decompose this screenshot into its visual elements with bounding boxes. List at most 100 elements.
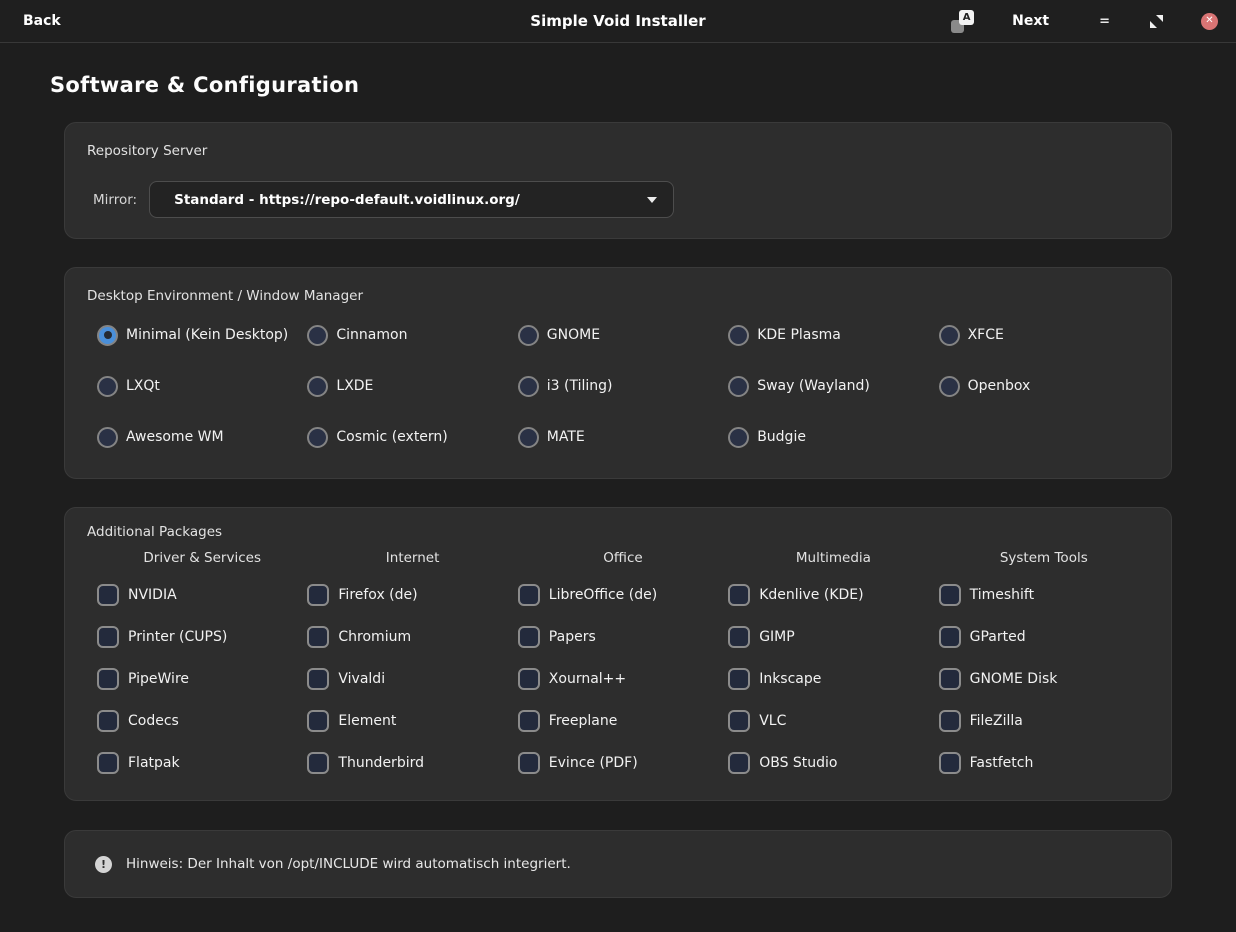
repository-server-card: Repository Server Mirror: Standard - htt… (64, 122, 1172, 239)
checkbox-icon[interactable] (518, 710, 540, 732)
radio-option-budgie[interactable]: Budgie (728, 420, 938, 454)
radio-icon[interactable] (939, 376, 960, 397)
checkbox-icon[interactable] (939, 626, 961, 648)
checkbox-icon[interactable] (939, 668, 961, 690)
language-translate-icon[interactable]: A (951, 10, 974, 33)
radio-icon[interactable] (728, 376, 749, 397)
checkbox-icon[interactable] (518, 668, 540, 690)
checkbox-option-freeplane[interactable]: Freeplane (518, 700, 728, 742)
radio-option-i3[interactable]: i3 (Tiling) (518, 369, 728, 403)
checkbox-option-gparted[interactable]: GParted (939, 616, 1149, 658)
radio-label: LXDE (336, 378, 373, 394)
radio-option-lxqt[interactable]: LXQt (97, 369, 307, 403)
next-button[interactable]: Next (1012, 13, 1049, 29)
checkbox-option-gnome-disk[interactable]: GNOME Disk (939, 658, 1149, 700)
column-header: Internet (307, 550, 517, 566)
checkbox-icon[interactable] (728, 668, 750, 690)
radio-icon[interactable] (97, 427, 118, 448)
checkbox-icon[interactable] (97, 710, 119, 732)
minimize-icon[interactable]: = (1099, 15, 1110, 28)
radio-icon[interactable] (307, 376, 328, 397)
radio-option-openbox[interactable]: Openbox (939, 369, 1149, 403)
radio-option-awesome-wm[interactable]: Awesome WM (97, 420, 307, 454)
checkbox-option-xournal[interactable]: Xournal++ (518, 658, 728, 700)
checkbox-option-vivaldi[interactable]: Vivaldi (307, 658, 517, 700)
close-icon[interactable]: ✕ (1201, 13, 1218, 30)
checkbox-icon[interactable] (307, 752, 329, 774)
checkbox-option-element[interactable]: Element (307, 700, 517, 742)
checkbox-label: PipeWire (128, 671, 189, 687)
radio-option-gnome[interactable]: GNOME (518, 318, 728, 352)
radio-icon[interactable] (307, 427, 328, 448)
checkbox-option-firefox[interactable]: Firefox (de) (307, 574, 517, 616)
checkbox-icon[interactable] (518, 584, 540, 606)
checkbox-option-obs-studio[interactable]: OBS Studio (728, 742, 938, 784)
mirror-select[interactable]: Standard - https://repo-default.voidlinu… (149, 181, 674, 218)
radio-icon[interactable] (518, 427, 539, 448)
desktop-section-title: Desktop Environment / Window Manager (87, 288, 1149, 304)
radio-label: GNOME (547, 327, 600, 343)
checkbox-icon[interactable] (728, 752, 750, 774)
checkbox-icon[interactable] (307, 710, 329, 732)
checkbox-option-filezilla[interactable]: FileZilla (939, 700, 1149, 742)
checkbox-icon[interactable] (939, 584, 961, 606)
checkbox-icon[interactable] (307, 584, 329, 606)
radio-icon[interactable] (728, 427, 749, 448)
checkbox-icon[interactable] (728, 626, 750, 648)
checkbox-icon[interactable] (97, 668, 119, 690)
radio-option-mate[interactable]: MATE (518, 420, 728, 454)
radio-option-kde-plasma[interactable]: KDE Plasma (728, 318, 938, 352)
radio-option-xfce[interactable]: XFCE (939, 318, 1149, 352)
checkbox-icon[interactable] (97, 752, 119, 774)
packages-column-driver-services: Driver & Services NVIDIA Printer (CUPS) … (97, 550, 307, 784)
checkbox-label: Printer (CUPS) (128, 629, 227, 645)
packages-column-internet: Internet Firefox (de) Chromium Vivaldi E… (307, 550, 517, 784)
checkbox-option-fastfetch[interactable]: Fastfetch (939, 742, 1149, 784)
checkbox-option-nvidia[interactable]: NVIDIA (97, 574, 307, 616)
checkbox-option-chromium[interactable]: Chromium (307, 616, 517, 658)
titlebar-controls: A Next = ✕ (951, 10, 1236, 33)
checkbox-option-printer-cups[interactable]: Printer (CUPS) (97, 616, 307, 658)
checkbox-icon[interactable] (939, 752, 961, 774)
notice-bar: ! Hinweis: Der Inhalt von /opt/INCLUDE w… (64, 830, 1172, 898)
checkbox-option-flatpak[interactable]: Flatpak (97, 742, 307, 784)
back-button[interactable]: Back (23, 13, 61, 29)
radio-option-cosmic[interactable]: Cosmic (extern) (307, 420, 517, 454)
checkbox-option-inkscape[interactable]: Inkscape (728, 658, 938, 700)
radio-option-sway[interactable]: Sway (Wayland) (728, 369, 938, 403)
radio-option-cinnamon[interactable]: Cinnamon (307, 318, 517, 352)
checkbox-icon[interactable] (728, 710, 750, 732)
checkbox-label: Vivaldi (338, 671, 385, 687)
checkbox-option-pipewire[interactable]: PipeWire (97, 658, 307, 700)
radio-icon[interactable] (728, 325, 749, 346)
checkbox-option-thunderbird[interactable]: Thunderbird (307, 742, 517, 784)
radio-icon[interactable] (518, 325, 539, 346)
checkbox-icon[interactable] (307, 668, 329, 690)
checkbox-option-kdenlive[interactable]: Kdenlive (KDE) (728, 574, 938, 616)
radio-icon[interactable] (97, 325, 118, 346)
radio-option-lxde[interactable]: LXDE (307, 369, 517, 403)
checkbox-icon[interactable] (939, 710, 961, 732)
checkbox-icon[interactable] (307, 626, 329, 648)
checkbox-option-evince[interactable]: Evince (PDF) (518, 742, 728, 784)
checkbox-option-gimp[interactable]: GIMP (728, 616, 938, 658)
language-icon-letter: A (959, 10, 974, 25)
radio-option-minimal[interactable]: Minimal (Kein Desktop) (97, 318, 307, 352)
maximize-restore-icon[interactable] (1150, 15, 1163, 28)
checkbox-option-codecs[interactable]: Codecs (97, 700, 307, 742)
checkbox-icon[interactable] (728, 584, 750, 606)
checkbox-option-vlc[interactable]: VLC (728, 700, 938, 742)
radio-icon[interactable] (518, 376, 539, 397)
checkbox-icon[interactable] (518, 752, 540, 774)
checkbox-icon[interactable] (518, 626, 540, 648)
checkbox-option-timeshift[interactable]: Timeshift (939, 574, 1149, 616)
checkbox-icon[interactable] (97, 626, 119, 648)
radio-icon[interactable] (307, 325, 328, 346)
checkbox-icon[interactable] (97, 584, 119, 606)
checkbox-option-papers[interactable]: Papers (518, 616, 728, 658)
checkbox-label: Timeshift (970, 587, 1035, 603)
checkbox-option-libreoffice[interactable]: LibreOffice (de) (518, 574, 728, 616)
radio-icon[interactable] (97, 376, 118, 397)
radio-icon[interactable] (939, 325, 960, 346)
checkbox-label: LibreOffice (de) (549, 587, 657, 603)
